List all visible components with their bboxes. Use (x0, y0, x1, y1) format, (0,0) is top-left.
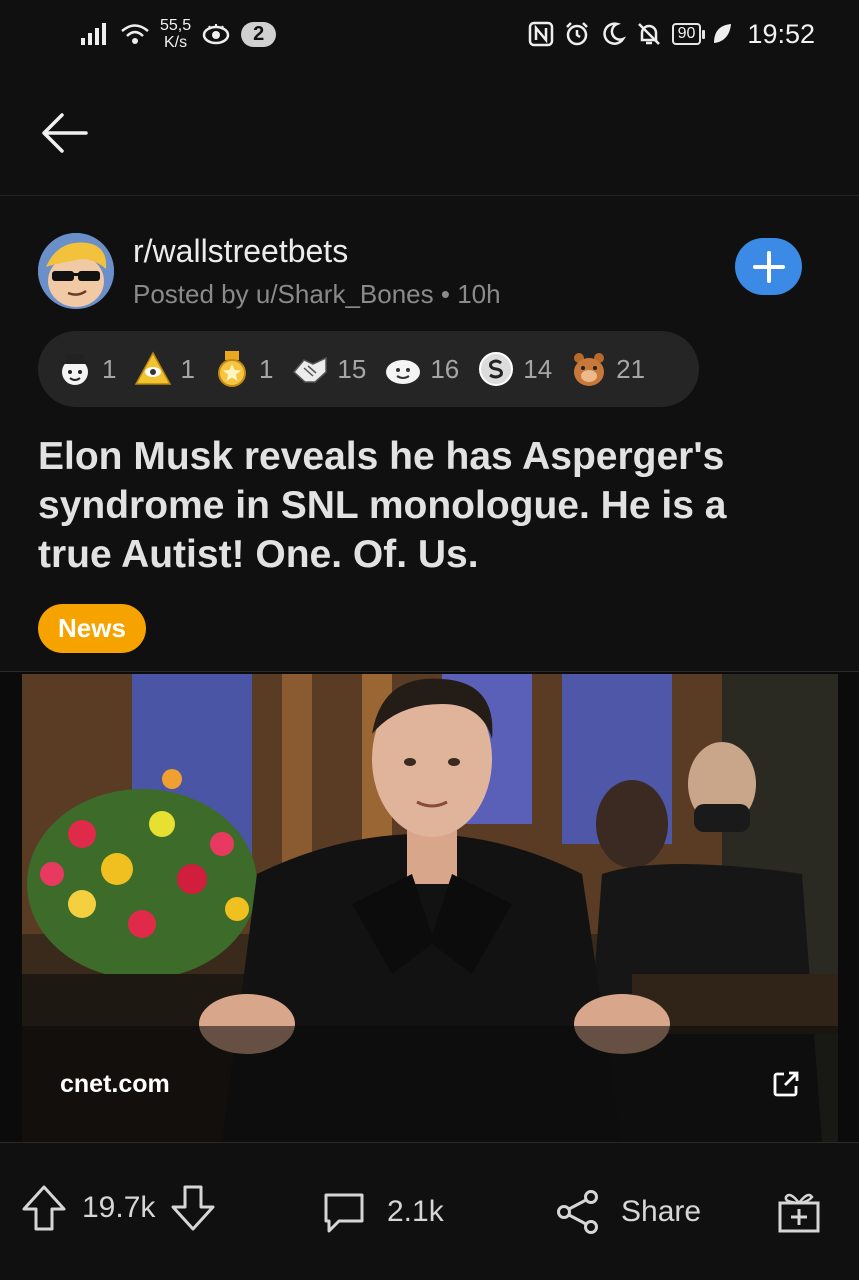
status-bar-left: 55,5 K/s 2 (80, 17, 277, 51)
post-header: r/wallstreetbets Posted by u/Shark_Bones… (0, 197, 859, 317)
eye-icon (202, 24, 230, 45)
comments-button[interactable]: 2.1k (321, 1189, 444, 1235)
award-count: 16 (430, 353, 460, 384)
bear-award-icon (574, 353, 605, 386)
bell-off-icon (637, 23, 660, 45)
awards-bar[interactable]: 1 1 1 15 16 14 21 (38, 331, 699, 407)
comment-bubble-icon (324, 1193, 364, 1233)
award-silver-coin[interactable]: 14 (477, 350, 552, 388)
subreddit-avatar[interactable] (38, 233, 114, 309)
award-count: 15 (337, 353, 367, 384)
status-bar-right: 90 19:52 (528, 19, 815, 50)
gift-icon (778, 1193, 820, 1233)
award-wholesome[interactable]: 1 (56, 350, 116, 388)
link-preview[interactable]: cnet.com (0, 671, 859, 1143)
share-button[interactable]: Share (555, 1189, 701, 1235)
award-count: 14 (523, 353, 553, 384)
leaf-icon (714, 24, 732, 43)
award-illuminati[interactable]: 1 (134, 350, 195, 388)
join-button[interactable] (735, 238, 802, 295)
notification-count-badge: 2 (241, 21, 277, 47)
battery-indicator: 90 (671, 23, 706, 45)
arrow-up-icon (22, 1185, 66, 1231)
award-bear[interactable]: 21 (570, 350, 645, 388)
award-handshake[interactable]: 15 (291, 350, 366, 388)
network-speed: 55,5 K/s (160, 17, 191, 51)
network-speed-value: 55,5 (160, 17, 192, 34)
vote-score: 19.7k (82, 1191, 156, 1224)
clock: 19:52 (747, 18, 815, 49)
award-cloud-face[interactable]: 16 (384, 350, 459, 388)
link-preview-image[interactable]: cnet.com (22, 674, 838, 1142)
silver-coin-award-icon (479, 352, 514, 386)
post-action-bar: 19.7k 2.1k Share (0, 1145, 859, 1280)
post-title[interactable]: Elon Musk reveals he has Asperger's synd… (38, 432, 808, 579)
downvote-button[interactable] (169, 1183, 217, 1233)
nfc-icon (528, 21, 553, 47)
top-navigation-bar (0, 68, 859, 196)
status-bar: 55,5 K/s 2 90 19:52 (0, 0, 859, 68)
wallstreetbets-mascot-icon (38, 233, 114, 309)
award-gift-button[interactable] (776, 1189, 822, 1240)
external-link-button[interactable] (772, 1070, 800, 1098)
link-domain[interactable]: cnet.com (60, 1070, 170, 1099)
upvote-button[interactable] (20, 1183, 68, 1233)
award-count: 21 (616, 353, 646, 384)
back-button[interactable] (38, 106, 92, 160)
comment-count: 2.1k (387, 1195, 444, 1228)
post-flair[interactable]: News (38, 604, 146, 653)
wholesome-award-icon (62, 354, 88, 385)
award-count: 1 (102, 353, 117, 384)
star-medal-award-icon (217, 351, 246, 387)
award-count: 1 (258, 353, 274, 384)
post-meta[interactable]: Posted by u/Shark_Bones • 10h (133, 279, 501, 310)
cloud-face-award-icon (386, 360, 421, 384)
alarm-icon (565, 22, 588, 46)
share-label: Share (621, 1195, 702, 1228)
plus-icon (752, 250, 785, 283)
external-link-icon (773, 1071, 799, 1097)
subreddit-name[interactable]: r/wallstreetbets (133, 233, 348, 270)
arrow-left-icon (42, 113, 88, 153)
handshake-award-icon (293, 356, 328, 383)
wifi-icon (121, 24, 149, 44)
link-bar[interactable]: cnet.com (22, 1026, 838, 1142)
award-star-medal[interactable]: 1 (213, 350, 273, 388)
vote-controls: 19.7k (20, 1183, 217, 1233)
network-speed-unit: K/s (164, 34, 188, 51)
arrow-down-icon (171, 1185, 215, 1231)
share-icon (557, 1190, 598, 1234)
moon-icon (602, 22, 626, 45)
illuminati-award-icon (135, 351, 172, 385)
award-count: 1 (180, 353, 195, 384)
signal-bars-icon (81, 23, 106, 45)
